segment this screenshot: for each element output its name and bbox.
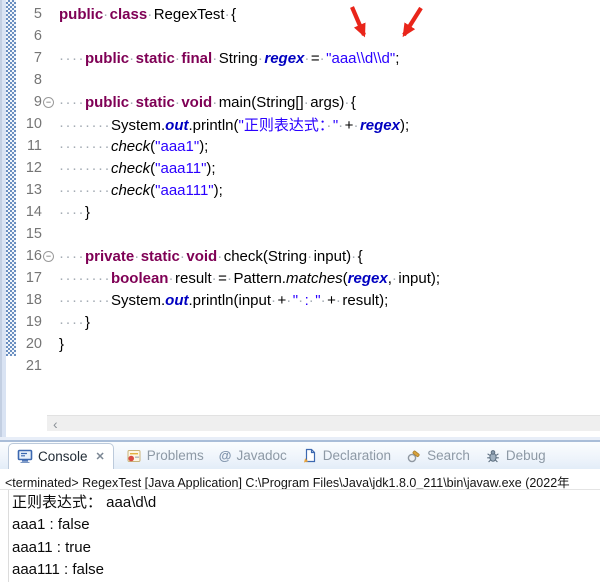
code-line[interactable]: 17 ········boolean·result·=·Pattern.match… — [16, 267, 600, 289]
code-text: ········check("aaa111"); — [59, 181, 223, 199]
code-line[interactable]: 12 ········check("aaa11"); — [16, 157, 600, 179]
line-number[interactable]: 7 — [16, 50, 42, 66]
fold-collapse-icon[interactable]: − — [43, 96, 54, 108]
console-output[interactable]: 正则表达式： aaa\d\d aaa1 : false aaa11 : true aa… — [0, 490, 600, 582]
code-line[interactable]: 8 — [16, 69, 600, 91]
code-lines[interactable]: 5 public·class·RegexTest·{ 6 7 ····public·st… — [16, 3, 600, 377]
range-indicator-bar[interactable] — [6, 0, 16, 356]
console-icon — [17, 448, 33, 464]
tab-label: Javadoc — [236, 448, 287, 463]
console-view: Console ✕ Problems @ Javadoc Declaration Searc… — [0, 442, 600, 583]
tab-label: Debug — [505, 448, 546, 463]
tab-problems[interactable]: Problems — [126, 448, 204, 464]
line-number[interactable]: 9 — [16, 94, 42, 110]
line-number[interactable]: 12 — [16, 160, 42, 176]
line-number[interactable]: 16 — [16, 248, 42, 264]
tab-label: Declaration — [322, 448, 392, 463]
line-number[interactable]: 17 — [16, 270, 42, 286]
scroll-left-icon[interactable]: ‹ — [47, 417, 58, 431]
line-number[interactable]: 18 — [16, 292, 42, 308]
line-number[interactable]: 15 — [16, 226, 42, 242]
javadoc-icon: @ — [218, 448, 232, 463]
line-number[interactable]: 21 — [16, 358, 42, 374]
code-line[interactable]: 6 — [16, 25, 600, 47]
code-line[interactable]: 7 ····public·static·final·String·regex·=·… — [16, 47, 600, 69]
tab-javadoc[interactable]: @ Javadoc — [219, 448, 287, 463]
code-text: ····private·static·void·check(String·inp… — [59, 247, 363, 265]
search-icon — [406, 448, 422, 464]
line-number[interactable]: 5 — [16, 6, 42, 22]
console-output-line: aaa11 : true — [12, 538, 91, 556]
code-line[interactable]: 21 — [16, 355, 600, 377]
line-number[interactable]: 11 — [16, 138, 42, 154]
code-text: } — [59, 335, 65, 353]
fold-collapse-icon[interactable]: − — [43, 250, 54, 262]
horizontal-scrollbar[interactable]: ‹ — [47, 415, 600, 431]
line-number[interactable]: 13 — [16, 182, 42, 198]
console-output-line: aaa1 : false — [12, 516, 90, 534]
line-number[interactable]: 14 — [16, 204, 42, 220]
code-text: ········System.out.println("正则表达式：·"·+·r… — [59, 116, 410, 134]
debug-icon — [485, 448, 501, 464]
code-line[interactable]: 10 ········System.out.println("正则表达式：·"·+… — [16, 113, 600, 135]
problems-icon — [126, 448, 142, 464]
tab-declaration[interactable]: Declaration — [302, 448, 391, 464]
console-output-line: 正则表达式： aaa\d\d — [12, 494, 157, 511]
line-number[interactable]: 8 — [16, 72, 42, 88]
code-line[interactable]: 15 — [16, 223, 600, 245]
line-number[interactable]: 19 — [16, 314, 42, 330]
code-line[interactable]: 18 ········System.out.println(input·+·"·:… — [16, 289, 600, 311]
code-text: ····public·static·final·String·regex·=·"… — [59, 49, 400, 67]
tab-label: Problems — [146, 448, 204, 463]
console-process-title: <terminated> RegexTest [Java Application… — [0, 469, 600, 490]
code-text: ········boolean·result·=·Pattern.matches… — [59, 269, 441, 287]
code-line[interactable]: 20} — [16, 333, 600, 355]
code-text: ········check("aaa11"); — [59, 159, 216, 177]
eclipse-window: 5 public·class·RegexTest·{ 6 7 ····public·st… — [0, 0, 600, 583]
code-line[interactable]: 11 ········check("aaa1"); — [16, 135, 600, 157]
code-line[interactable]: 16− ····private·static·void·check(String·… — [16, 245, 600, 267]
declaration-icon — [302, 448, 318, 464]
line-number[interactable]: 10 — [16, 116, 42, 132]
code-text: ········check("aaa1"); — [59, 137, 209, 155]
code-line[interactable]: 9− ····public·static·void·main(String[]·a… — [16, 91, 600, 113]
code-text: ····} — [59, 313, 90, 331]
tab-label: Search — [427, 448, 470, 463]
code-line[interactable]: 19 ····} — [16, 311, 600, 333]
tab-debug[interactable]: Debug — [485, 448, 546, 464]
line-number[interactable]: 6 — [16, 28, 42, 44]
code-line[interactable]: 14 ····} — [16, 201, 600, 223]
code-text: ····} — [59, 203, 90, 221]
line-number[interactable]: 20 — [16, 336, 42, 352]
code-line[interactable]: 5 public·class·RegexTest·{ — [16, 3, 600, 25]
java-editor[interactable]: 5 public·class·RegexTest·{ 6 7 ····public·st… — [6, 0, 600, 437]
tab-console[interactable]: Console ✕ — [8, 442, 114, 469]
code-text: ········System.out.println(input·+·"·:·"… — [59, 291, 389, 309]
console-tab-bar: Console ✕ Problems @ Javadoc Declaration Searc… — [0, 442, 600, 469]
tab-search[interactable]: Search — [406, 448, 470, 464]
code-text: ····public·static·void·main(String[]·arg… — [59, 93, 356, 111]
code-line[interactable]: 13 ········check("aaa111"); — [16, 179, 600, 201]
console-output-line: aaa111 : false — [12, 561, 105, 579]
close-icon[interactable]: ✕ — [93, 450, 105, 463]
code-text: public·class·RegexTest·{ — [59, 5, 237, 23]
tab-label: Console — [38, 448, 88, 464]
